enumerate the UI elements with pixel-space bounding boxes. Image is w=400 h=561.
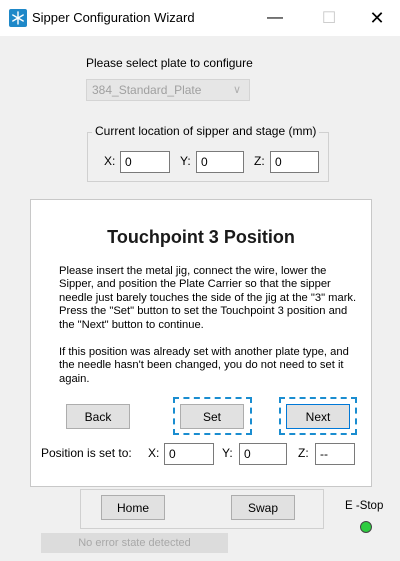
- position-x-field: 0: [164, 443, 214, 465]
- next-button[interactable]: Next: [286, 404, 350, 429]
- status-bar: No error state detected: [41, 533, 228, 553]
- estop-indicator: [360, 521, 372, 533]
- position-y-label: Y:: [222, 446, 233, 460]
- back-button[interactable]: Back: [66, 404, 130, 429]
- location-x-field[interactable]: 0: [120, 151, 170, 173]
- minimize-button[interactable]: —: [252, 0, 298, 36]
- location-legend: Current location of sipper and stage (mm…: [92, 124, 320, 138]
- touchpoint-title: Touchpoint 3 Position: [107, 227, 295, 247]
- chevron-down-icon: ∨: [232, 84, 241, 96]
- set-button[interactable]: Set: [180, 404, 244, 429]
- window-title: Sipper Configuration Wizard: [32, 10, 195, 25]
- plate-prompt: Please select plate to configure: [86, 56, 253, 70]
- location-y-label: Y:: [180, 154, 191, 168]
- estop-label: E -Stop: [345, 500, 384, 512]
- location-x-label: X:: [104, 154, 116, 168]
- location-z-field[interactable]: 0: [270, 151, 319, 173]
- swap-button[interactable]: Swap: [231, 495, 295, 520]
- title-bar: Sipper Configuration Wizard — ☐ ✕: [0, 0, 400, 36]
- position-y-field: 0: [239, 443, 287, 465]
- maximize-button: ☐: [321, 10, 337, 27]
- location-z-label: Z:: [254, 154, 265, 168]
- home-button[interactable]: Home: [101, 495, 165, 520]
- position-x-label: X:: [148, 446, 160, 460]
- position-label: Position is set to:: [41, 446, 132, 460]
- plate-select: 384_Standard_Plate ∨: [86, 79, 250, 101]
- plate-select-value: 384_Standard_Plate: [92, 83, 202, 97]
- snowflake-icon: [9, 9, 27, 27]
- close-button[interactable]: ✕: [354, 0, 400, 36]
- position-z-field: --: [315, 443, 355, 465]
- touchpoint-instructions: Please insert the metal jig, connect the…: [59, 265, 357, 331]
- touchpoint-note: If this position was already set with an…: [59, 346, 349, 385]
- location-y-field[interactable]: 0: [196, 151, 244, 173]
- position-z-label: Z:: [298, 446, 309, 460]
